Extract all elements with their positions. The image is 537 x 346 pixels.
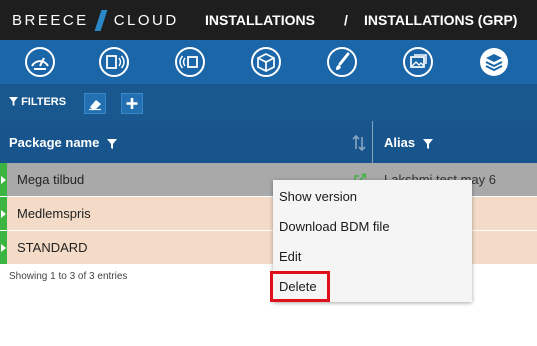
- icon-toolbar: [0, 40, 537, 84]
- images-icon[interactable]: [402, 46, 434, 78]
- filters-label: FILTERS: [21, 96, 67, 108]
- funnel-icon: [9, 97, 18, 106]
- row-status-indicator: [0, 231, 7, 264]
- layers-stack-icon[interactable]: [478, 46, 510, 78]
- filters-toggle[interactable]: FILTERS: [9, 96, 66, 108]
- top-bar: BREECE CLOUD INSTALLATIONS / INSTALLATIO…: [0, 0, 537, 40]
- package-name-cell: Medlemspris: [17, 206, 91, 221]
- breadcrumb-installations[interactable]: INSTALLATIONS: [205, 12, 315, 28]
- logo-slash-icon: [94, 9, 108, 31]
- dashboard-gauge-icon[interactable]: [24, 46, 56, 78]
- column-header-package-name[interactable]: Package name: [9, 135, 117, 150]
- device-signal-icon[interactable]: [98, 46, 130, 78]
- clear-filters-button[interactable]: [84, 93, 106, 114]
- column-filter-icon[interactable]: [422, 138, 433, 149]
- delete-highlight-box: [270, 271, 330, 302]
- sort-icon[interactable]: [352, 135, 366, 151]
- table-info-text: Showing 1 to 3 of 3 entries: [9, 271, 128, 282]
- brand-logo[interactable]: BREECE CLOUD: [12, 9, 179, 31]
- paint-brush-icon[interactable]: [326, 46, 358, 78]
- eraser-icon: [89, 100, 101, 111]
- breadcrumb-separator: /: [344, 12, 348, 28]
- column-header-alias[interactable]: Alias: [384, 135, 433, 150]
- logo-text-left: BREECE: [12, 11, 89, 29]
- filters-bar: FILTERS: [0, 84, 537, 121]
- breadcrumb-installations-grp: INSTALLATIONS (GRP): [364, 12, 518, 28]
- column-label-alias: Alias: [384, 135, 416, 150]
- package-box-icon[interactable]: [250, 46, 282, 78]
- add-filter-button[interactable]: [121, 93, 143, 114]
- table-header: Package name Alias: [0, 121, 537, 163]
- column-label-package-name: Package name: [9, 135, 100, 150]
- logo-text-right: CLOUD: [113, 11, 179, 29]
- menu-item-show-version[interactable]: Show version: [279, 189, 357, 204]
- row-status-indicator: [0, 163, 7, 196]
- plus-icon: [126, 98, 138, 109]
- broadcast-device-icon[interactable]: [174, 46, 206, 78]
- menu-item-download-bdm[interactable]: Download BDM file: [279, 219, 390, 234]
- package-name-cell: STANDARD: [17, 240, 88, 255]
- row-status-indicator: [0, 197, 7, 230]
- package-name-cell: Mega tilbud: [17, 172, 85, 187]
- menu-item-edit[interactable]: Edit: [279, 249, 301, 264]
- column-filter-icon[interactable]: [106, 138, 117, 149]
